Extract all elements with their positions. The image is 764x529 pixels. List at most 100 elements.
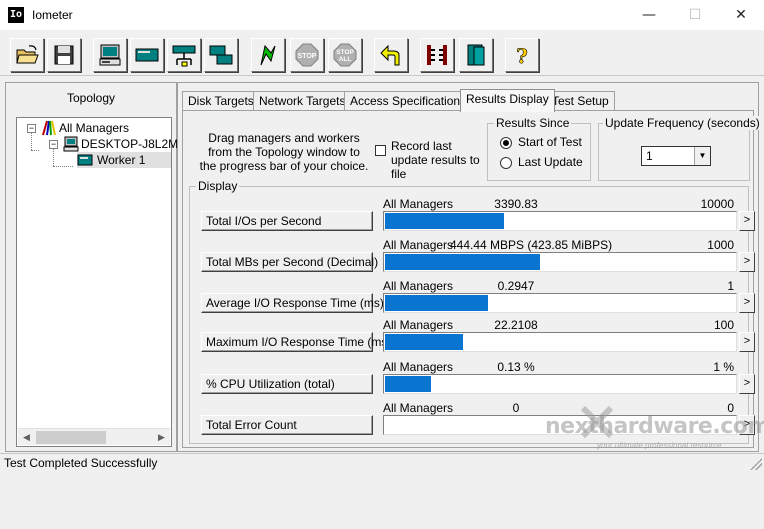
radio-last-update[interactable] xyxy=(500,157,512,169)
progress-fill xyxy=(385,376,431,392)
collapse-icon[interactable]: − xyxy=(49,140,58,149)
metric-button-max-response[interactable]: Maximum I/O Response Time (ms) xyxy=(201,332,391,352)
metric-button-avg-response[interactable]: Average I/O Response Time (ms) xyxy=(201,293,384,313)
copy-worker-icon xyxy=(209,45,233,65)
scroll-right-icon[interactable]: ▶ xyxy=(153,429,170,446)
start-tests-button[interactable] xyxy=(251,38,285,72)
close-button[interactable]: ✕ xyxy=(718,0,764,30)
metric-manager: All Managers xyxy=(383,197,454,211)
record-results-label[interactable]: Record last update results to file xyxy=(391,139,491,181)
results-since-title: Results Since xyxy=(494,116,572,130)
progress-bar[interactable] xyxy=(383,211,737,231)
progress-bar[interactable] xyxy=(383,415,737,435)
metric-value: 22.2108 xyxy=(494,318,538,332)
stop-all-sign-icon: STOP ALL xyxy=(333,43,357,67)
metric-more-button[interactable]: > xyxy=(739,293,755,313)
display-group: Display All Managers 3390.83 10000 Total… xyxy=(189,179,755,444)
progress-bar[interactable] xyxy=(383,252,737,272)
metric-more-button[interactable]: > xyxy=(739,374,755,394)
topology-heading: Topology xyxy=(66,91,116,105)
update-frequency-select[interactable]: 1 ▼ xyxy=(641,146,711,166)
metric-manager: All Managers xyxy=(383,318,454,332)
metric-value: 0.13 % xyxy=(497,360,535,374)
horizontal-scrollbar[interactable]: ◀ ▶ xyxy=(18,428,170,445)
display-title: Display xyxy=(196,179,240,193)
progress-bar[interactable] xyxy=(383,374,737,394)
status-text: Test Completed Successfully xyxy=(4,456,158,470)
metric-max: 1 % xyxy=(713,360,734,374)
resize-grip-icon[interactable] xyxy=(750,458,762,470)
metric-more-button[interactable]: > xyxy=(739,415,755,435)
disconnect-icon xyxy=(427,45,447,65)
metric-manager: All Managers xyxy=(383,238,454,252)
metric-button-error-count[interactable]: Total Error Count xyxy=(201,415,373,435)
radio-start-of-test-label[interactable]: Start of Test xyxy=(518,135,582,149)
metric-more-button[interactable]: > xyxy=(739,332,755,352)
topology-tree[interactable]: − All Managers − DESKTOP-J8L2M Worker 1 … xyxy=(16,117,178,447)
minimize-button[interactable]: — xyxy=(626,0,672,30)
tree-item-worker[interactable]: Worker 1 xyxy=(77,152,171,168)
stop-sign-icon: STOP xyxy=(295,43,319,67)
network-manager-icon xyxy=(172,45,196,67)
new-network-worker-button[interactable] xyxy=(130,38,164,72)
progress-fill xyxy=(385,334,463,350)
metric-max: 1 xyxy=(727,279,734,293)
metric-button-total-mbs[interactable]: Total MBs per Second (Decimal) xyxy=(201,252,378,272)
chevron-down-icon[interactable]: ▼ xyxy=(694,147,710,165)
progress-fill xyxy=(385,213,504,229)
toolbar: STOP STOP ALL ? xyxy=(0,30,764,76)
save-config-button[interactable] xyxy=(47,38,81,72)
about-button[interactable]: ? xyxy=(505,38,539,72)
metric-button-total-ios[interactable]: Total I/Os per Second xyxy=(201,211,373,231)
results-display-page: Drag managers and workers from the Topol… xyxy=(182,110,762,448)
tab-test-setup[interactable]: Test Setup xyxy=(546,91,615,111)
stop-label: STOP xyxy=(298,53,317,60)
metric-value: 3390.83 xyxy=(494,197,538,211)
metric-more-button[interactable]: > xyxy=(739,252,755,272)
scroll-thumb[interactable] xyxy=(36,431,106,444)
tab-network-targets[interactable]: Network Targets xyxy=(253,91,352,111)
tab-results-display[interactable]: Results Display xyxy=(460,89,555,112)
metric-max: 0 xyxy=(727,401,734,415)
record-results-checkbox[interactable] xyxy=(375,145,386,156)
stop-all-label-2: ALL xyxy=(339,56,352,63)
add-manager-button[interactable] xyxy=(167,38,201,72)
main-panel: Disk Targets Network Targets Access Spec… xyxy=(177,82,762,452)
tab-access-specifications[interactable]: Access Specifications xyxy=(344,91,473,111)
exit-button[interactable] xyxy=(459,38,493,72)
stop-button[interactable]: STOP xyxy=(290,38,324,72)
radio-start-of-test[interactable] xyxy=(500,137,512,149)
stop-all-label-1: STOP xyxy=(336,49,354,56)
radio-last-update-label[interactable]: Last Update xyxy=(518,155,583,169)
exit-door-icon xyxy=(467,44,485,66)
update-frequency-title: Update Frequency (seconds) xyxy=(603,116,762,130)
collapse-icon[interactable]: − xyxy=(27,124,36,133)
status-bar: Test Completed Successfully xyxy=(0,453,764,472)
metric-manager: All Managers xyxy=(383,401,454,415)
metric-manager: All Managers xyxy=(383,279,454,293)
metric-manager: All Managers xyxy=(383,360,454,374)
new-disk-worker-button[interactable] xyxy=(93,38,127,72)
metric-button-cpu-utilization[interactable]: % CPU Utilization (total) xyxy=(201,374,373,394)
tab-disk-targets[interactable]: Disk Targets xyxy=(182,91,260,111)
update-frequency-value: 1 xyxy=(646,149,653,163)
window-title: Iometer xyxy=(32,8,73,22)
scroll-left-icon[interactable]: ◀ xyxy=(18,429,35,446)
maximize-button[interactable]: ☐ xyxy=(672,0,718,30)
green-flag-icon xyxy=(260,44,276,66)
open-config-button[interactable] xyxy=(10,38,44,72)
progress-bar[interactable] xyxy=(383,332,737,352)
worker-icon xyxy=(77,154,93,166)
progress-fill xyxy=(385,254,540,270)
copy-worker-button[interactable] xyxy=(204,38,238,72)
stop-all-button[interactable]: STOP ALL xyxy=(328,38,362,72)
question-mark-icon: ? xyxy=(516,44,528,67)
reset-workers-button[interactable] xyxy=(374,38,408,72)
progress-bar[interactable] xyxy=(383,293,737,313)
progress-fill xyxy=(385,295,488,311)
about-glyph: ? xyxy=(516,44,528,67)
disk-worker-icon xyxy=(99,44,121,66)
disconnect-button[interactable] xyxy=(420,38,454,72)
metric-more-button[interactable]: > xyxy=(739,211,755,231)
metric-value: 0.2947 xyxy=(497,279,535,293)
